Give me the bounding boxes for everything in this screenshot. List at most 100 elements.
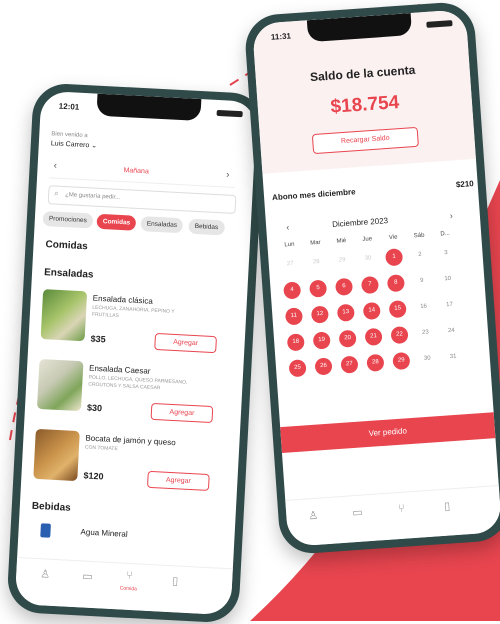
- fork-knife-icon[interactable]: ⑂: [126, 570, 133, 582]
- trash-icon[interactable]: ▯: [444, 499, 451, 512]
- sandwich-image: [33, 428, 80, 482]
- weekday-label: Jue: [362, 236, 373, 243]
- item-desc: CON TOMATE: [84, 444, 118, 453]
- calendar-day[interactable]: 17: [441, 296, 459, 314]
- calendar-day[interactable]: 2: [411, 246, 429, 264]
- calendar-day[interactable]: 20: [338, 329, 357, 348]
- calendar-day[interactable]: 16: [415, 298, 433, 316]
- caesar-image: [36, 358, 84, 412]
- item-price: $120: [83, 470, 104, 482]
- tab-bar: ♙ ▭ ⑂ ▯: [285, 485, 500, 547]
- calendar-day[interactable]: 30: [418, 350, 436, 368]
- item-desc: LECHUGA, ZANAHORIA, PEPINO Y FRUTILLAS: [91, 304, 175, 320]
- drink-name: Agua Mineral: [80, 527, 128, 539]
- category-chips: Promociones Comidas Ensaladas Bebidas: [42, 210, 243, 237]
- trash-icon[interactable]: ▯: [172, 574, 179, 587]
- calendar-day[interactable]: 24: [442, 322, 460, 340]
- search-input[interactable]: ¿Me gustaría pedir...: [65, 192, 120, 201]
- tab-bar: ♙ ▭ ⑂ Comida ▯: [14, 557, 233, 616]
- calendar-day[interactable]: 9: [413, 272, 431, 290]
- prev-month-button[interactable]: ‹: [286, 222, 290, 232]
- weekday-label: Vie: [388, 234, 398, 242]
- heading-ensaladas: Ensaladas: [43, 267, 94, 281]
- subscription-label: Abono mes diciembre: [271, 187, 356, 203]
- chevron-down-icon: ⌄: [91, 142, 98, 150]
- item-name: Ensalada clásica: [92, 293, 154, 306]
- balance-screen: 11:31 Saldo de la cuenta $18.754 Recarga…: [251, 9, 500, 547]
- tab-food-label: Comida: [119, 585, 138, 593]
- calendar-day[interactable]: 5: [309, 279, 328, 298]
- add-button[interactable]: Agregar: [154, 332, 217, 354]
- user-name[interactable]: Luis Carrero ⌄: [51, 139, 98, 149]
- calendar-icon[interactable]: ▭: [82, 570, 93, 584]
- item-desc: POLLO, LECHUGA, QUESO PARMESANO, CROUTON…: [88, 374, 188, 392]
- calendar-day[interactable]: 28: [366, 353, 385, 372]
- calendar-day[interactable]: 3: [437, 245, 455, 263]
- search-icon: ⌕: [54, 188, 59, 198]
- fork-knife-icon[interactable]: ⑂: [398, 503, 405, 515]
- calendar-day[interactable]: 29: [392, 351, 411, 371]
- status-time: 12:01: [58, 101, 80, 112]
- chip-comidas[interactable]: Comidas: [96, 213, 137, 231]
- calendar-day[interactable]: 27: [281, 255, 299, 273]
- calendar-day[interactable]: 1: [385, 248, 404, 267]
- weekday-label: Lun: [284, 241, 295, 249]
- calendar-day[interactable]: 11: [284, 307, 304, 326]
- calendar-day[interactable]: 26: [314, 357, 333, 376]
- calendar-day[interactable]: 27: [340, 355, 359, 374]
- search-field[interactable]: ⌕ ¿Me gustaría pedir...: [47, 185, 237, 215]
- item-price: $35: [90, 333, 106, 345]
- calendar-day[interactable]: 13: [336, 303, 355, 322]
- calendar-day[interactable]: 19: [312, 331, 331, 350]
- calendar-day[interactable]: 21: [364, 327, 383, 346]
- heading-comidas: Comidas: [45, 239, 89, 253]
- calendar-day[interactable]: 25: [288, 359, 307, 378]
- calendar-day[interactable]: 28: [307, 254, 325, 272]
- heading-bebidas: Bebidas: [31, 500, 71, 514]
- next-month-button[interactable]: ›: [449, 211, 453, 221]
- calendar-day[interactable]: 18: [286, 333, 305, 352]
- status-time: 11:31: [270, 31, 292, 42]
- signal-battery-icon: [216, 109, 243, 118]
- calendar-day[interactable]: 8: [386, 274, 405, 293]
- signal-battery-icon: [426, 20, 453, 28]
- calendar-day[interactable]: 10: [439, 270, 457, 288]
- item-price: $30: [86, 402, 103, 414]
- add-button[interactable]: Agregar: [150, 402, 214, 424]
- weekday-label: Sáb: [413, 232, 425, 240]
- add-button[interactable]: Agregar: [146, 470, 210, 492]
- weekday-label: Mar: [310, 239, 321, 247]
- day-selector: ‹ Mañana ›: [49, 157, 236, 188]
- phone-menu: 12:01 Bien venido a Luis Carrero ⌄ ‹ Mañ…: [6, 82, 266, 624]
- welcome-label: Bien venido a: [51, 131, 88, 140]
- user-icon[interactable]: ♙: [308, 509, 319, 523]
- calendar-day[interactable]: 23: [416, 324, 434, 342]
- calendar: ‹ Diciembre 2023 › Lun Mar Mié Jue Vie Sáb D..…: [274, 205, 488, 428]
- subscription-amount: $210: [455, 179, 474, 190]
- user-icon[interactable]: ♙: [40, 567, 51, 581]
- day-label: Mañana: [123, 167, 149, 176]
- calendar-day[interactable]: 7: [360, 275, 380, 295]
- calendar-day[interactable]: 14: [362, 301, 381, 321]
- menu-screen: 12:01 Bien venido a Luis Carrero ⌄ ‹ Mañ…: [14, 90, 258, 616]
- calendar-day[interactable]: 30: [359, 250, 377, 268]
- water-bottle-image: [40, 523, 51, 538]
- calendar-icon[interactable]: ▭: [352, 506, 363, 520]
- calendar-day[interactable]: 6: [334, 277, 354, 296]
- calendar-day[interactable]: 15: [388, 300, 407, 319]
- calendar-day[interactable]: 22: [390, 325, 409, 345]
- calendar-day[interactable]: 4: [283, 281, 302, 300]
- calendar-day[interactable]: 29: [333, 252, 351, 270]
- prev-day-button[interactable]: ‹: [53, 160, 57, 171]
- item-name: Ensalada Caesar: [88, 363, 151, 376]
- calendar-day[interactable]: 12: [310, 305, 329, 324]
- phone-balance: 11:31 Saldo de la cuenta $18.754 Recarga…: [243, 0, 500, 556]
- chip-promociones[interactable]: Promociones: [42, 210, 94, 229]
- calendar-day[interactable]: 31: [444, 348, 462, 366]
- month-label: Diciembre 2023: [331, 216, 389, 229]
- chip-bebidas[interactable]: Bebidas: [188, 218, 225, 236]
- salad-image: [40, 289, 88, 342]
- chip-ensaladas[interactable]: Ensaladas: [140, 216, 184, 234]
- next-day-button[interactable]: ›: [226, 169, 230, 180]
- weekday-label: Mié: [336, 238, 347, 245]
